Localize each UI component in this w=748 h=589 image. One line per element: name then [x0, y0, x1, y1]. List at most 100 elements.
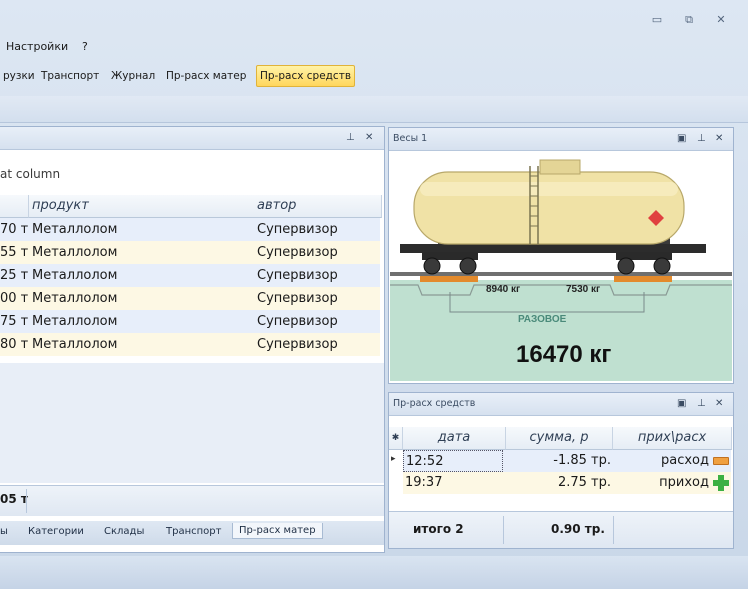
maximize-icon[interactable]: ▣: [677, 398, 686, 409]
total-weight: 16470 кг: [516, 341, 611, 368]
wheel: [423, 257, 441, 275]
wheel: [653, 257, 671, 275]
minus-icon: [713, 457, 729, 465]
table-row[interactable]: 25 т Металлолом Супервизор: [0, 264, 380, 287]
tab-materials[interactable]: Пр-расх матер: [232, 523, 323, 539]
cashflow-panel-title: Пр-расх средств: [393, 398, 476, 409]
cell-type: расход: [660, 453, 709, 468]
table-row[interactable]: 80 т Металлолом Супервизор: [0, 333, 380, 356]
cell-amount: 25 т: [0, 268, 29, 283]
cashflow-panel: Пр-расх средств ▣ ⊥ ✕ ✱ дата сумма, р пр…: [388, 392, 734, 549]
pin-icon[interactable]: ⊥: [346, 132, 355, 143]
close-icon[interactable]: ✕: [715, 398, 723, 409]
tab-categories[interactable]: Категории: [28, 526, 84, 537]
table-row[interactable]: 75 т Металлолом Супервизор: [0, 310, 380, 333]
grid-header-author[interactable]: автор: [254, 195, 382, 218]
grid-header-product[interactable]: продукт: [29, 195, 255, 218]
ribbon-tab-journal[interactable]: Журнал: [108, 66, 158, 86]
footer-count: итого 2: [413, 522, 464, 536]
ribbon-tabs: рузки Транспорт Журнал Пр-расх матер Пр-…: [0, 60, 748, 94]
close-icon[interactable]: ✕: [715, 133, 723, 144]
grid-header-amount[interactable]: [0, 195, 29, 218]
cell-amount: 70 т: [0, 222, 29, 237]
cell-author: Супервизор: [257, 337, 338, 352]
cell-sum: 2.75 тр.: [557, 475, 611, 490]
footer-separator: [503, 516, 504, 544]
cash-header-type[interactable]: прих\расх: [613, 427, 732, 450]
close-icon[interactable]: ✕: [365, 132, 373, 143]
cell-amount: 75 т: [0, 314, 29, 329]
ribbon-tab-transport[interactable]: Транспорт: [38, 66, 102, 86]
table-row[interactable]: 19:37 2.75 тр. приход: [403, 472, 731, 494]
weight-left: 8940 кг: [486, 284, 520, 295]
cell-product: Металлолом: [32, 222, 118, 237]
minimize-button[interactable]: ▭: [650, 14, 664, 26]
cell-author: Супервизор: [257, 245, 338, 260]
footer-separator: [26, 489, 27, 513]
menu-settings[interactable]: Настройки: [6, 40, 68, 53]
ribbon-tab-unloads[interactable]: рузки: [0, 66, 38, 86]
cashflow-footer: итого 2 0.90 тр.: [389, 511, 733, 548]
weight-right: 7530 кг: [566, 284, 600, 295]
table-row[interactable]: 70 т Металлолом Супервизор: [0, 218, 380, 241]
maximize-icon[interactable]: ▣: [677, 133, 686, 144]
scale-panel-header: Весы 1 ▣ ⊥ ✕: [389, 128, 733, 151]
scale-panel-title: Весы 1: [393, 133, 428, 144]
car-frame: [400, 244, 706, 253]
tank-car-illustration: 8940 кг 7530 кг РАЗОВОЕ 16470 кг: [390, 159, 732, 381]
scale-platform-left: [420, 276, 478, 282]
tab-partial[interactable]: ы: [0, 526, 8, 537]
row-indicator-header[interactable]: ✱: [389, 427, 403, 450]
scale-panel: Весы 1 ▣ ⊥ ✕ 8940 кг 7530 кг РАЗОВОЕ 164…: [388, 127, 734, 384]
pin-icon[interactable]: ⊥: [697, 398, 706, 409]
rail: [390, 272, 732, 276]
cell-product: Металлолом: [32, 245, 118, 260]
ribbon-body: [0, 96, 748, 123]
status-bar: [0, 556, 748, 589]
tab-warehouses[interactable]: Склады: [104, 526, 144, 537]
table-row[interactable]: 12:52 -1.85 тр. расход: [403, 450, 731, 472]
tab-transport[interactable]: Транспорт: [166, 526, 221, 537]
ribbon-tab-cashflow[interactable]: Пр-расх средств: [256, 65, 356, 87]
menu-help[interactable]: ?: [82, 40, 88, 53]
app-window: ▭ ⧉ ✕ Настройки ? рузки Транспорт Журнал…: [0, 0, 748, 589]
cash-header-date[interactable]: дата: [403, 427, 506, 450]
menu-bar: Настройки ?: [0, 38, 748, 56]
wheel: [617, 257, 635, 275]
ribbon-tab-materials[interactable]: Пр-расх матер: [163, 66, 249, 86]
group-by-hint: at column: [0, 167, 61, 181]
table-row[interactable]: 55 т Металлолом Супервизор: [0, 241, 380, 264]
grid-footer: 05 т: [0, 485, 384, 516]
bottom-tabs: ы Категории Склады Транспорт Пр-расх мат…: [0, 521, 384, 545]
table-row[interactable]: 00 т Металлолом Супервизор: [0, 287, 380, 310]
cell-type: приход: [659, 475, 709, 490]
title-bar: ▭ ⧉ ✕: [0, 0, 748, 36]
footer-sum: 0.90 тр.: [551, 522, 605, 536]
cell-date[interactable]: 12:52: [403, 450, 503, 472]
footer-separator: [613, 516, 614, 544]
cell-author: Супервизор: [257, 222, 338, 237]
cell-author: Супервизор: [257, 291, 338, 306]
pin-icon[interactable]: ⊥: [697, 133, 706, 144]
cashflow-panel-header: Пр-расх средств ▣ ⊥ ✕: [389, 393, 733, 416]
wheel: [459, 257, 477, 275]
footer-total: 05 т: [0, 492, 28, 506]
restore-button[interactable]: ⧉: [682, 14, 696, 26]
cell-date: 19:37: [405, 475, 443, 490]
cell-amount: 00 т: [0, 291, 29, 306]
close-button[interactable]: ✕: [714, 14, 728, 26]
grid-empty-area: [0, 363, 384, 483]
cell-amount: 55 т: [0, 245, 29, 260]
tank-highlight: [420, 182, 678, 196]
cell-product: Металлолом: [32, 291, 118, 306]
weighing-mode: РАЗОВОЕ: [518, 314, 567, 325]
scale-visual: 8940 кг 7530 кг РАЗОВОЕ 16470 кг: [390, 152, 732, 381]
cell-product: Металлолом: [32, 314, 118, 329]
cell-author: Супервизор: [257, 314, 338, 329]
scale-platform-right: [614, 276, 672, 282]
cell-amount: 80 т: [0, 337, 29, 352]
journal-panel: ⊥ ✕ at column продукт автор 70 т Металло…: [0, 126, 385, 553]
cell-product: Металлолом: [32, 268, 118, 283]
plus-icon: [713, 475, 729, 491]
cash-header-sum[interactable]: сумма, р: [506, 427, 613, 450]
